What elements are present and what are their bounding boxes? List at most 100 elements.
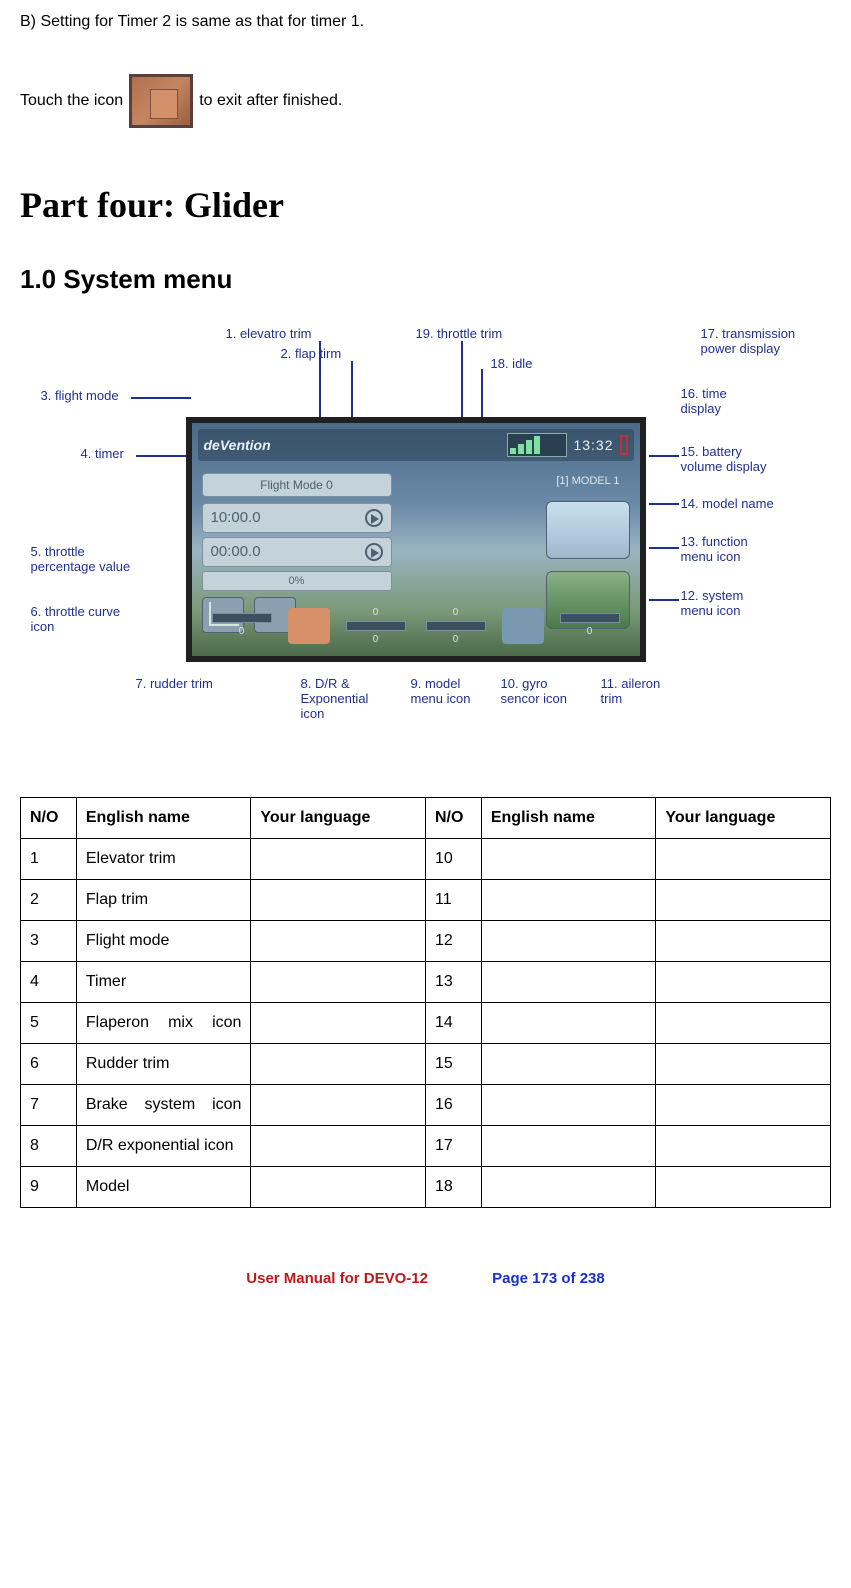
table-row: 8D/R exponential icon 17 (21, 1126, 831, 1167)
table-cell (481, 1085, 656, 1126)
callout-15: 15. battery volume display (681, 445, 767, 475)
table-cell: 4 (21, 962, 77, 1003)
table-cell: Rudder trim (76, 1044, 251, 1085)
play-icon (365, 509, 383, 527)
table-cell (481, 880, 656, 921)
header-lang-1: Your language (251, 798, 426, 839)
header-en-1: English name (76, 798, 251, 839)
touch-exit-line: Touch the icon to exit after finished. (20, 74, 831, 128)
table-cell (481, 1003, 656, 1044)
table-cell: 14 (425, 1003, 481, 1044)
header-lang-2: Your language (656, 798, 831, 839)
model-name: [1] MODEL 1 (430, 473, 620, 495)
table-cell (481, 962, 656, 1003)
table-row: 6Rudder trim 15 (21, 1044, 831, 1085)
timer-1: 10:00.0 (202, 503, 392, 533)
touch-text-after: to exit after finished. (199, 89, 342, 113)
table-cell: 17 (425, 1126, 481, 1167)
throttle-percent: 0% (202, 571, 392, 591)
table-cell: D/R exponential icon (76, 1126, 251, 1167)
callout-18: 18. idle (491, 357, 533, 372)
table-cell (251, 1126, 426, 1167)
header-no-2: N/O (425, 798, 481, 839)
callout-11: 11. aileron trim (601, 677, 661, 707)
callout-7: 7. rudder trim (136, 677, 213, 692)
table-cell (251, 839, 426, 880)
table-cell: 12 (425, 921, 481, 962)
battery-icon (620, 435, 628, 455)
callout-13: 13. function menu icon (681, 535, 748, 565)
function-menu-icon (546, 501, 630, 559)
callout-10: 10. gyro sencor icon (501, 677, 567, 707)
table-cell (656, 1167, 831, 1208)
signal-icon (507, 433, 567, 457)
table-cell (656, 1085, 831, 1126)
table-cell (251, 1085, 426, 1126)
callout-9: 9. model menu icon (411, 677, 471, 707)
table-cell: Elevator trim (76, 839, 251, 880)
flight-mode-display: Flight Mode 0 (202, 473, 392, 497)
footer-page: Page 173 of 238 (492, 1270, 605, 1287)
heading-section: 1.0 System menu (20, 260, 831, 299)
table-cell: 9 (21, 1167, 77, 1208)
table-cell: 7 (21, 1085, 77, 1126)
table-row: 9Model 18 (21, 1167, 831, 1208)
table-cell (251, 1044, 426, 1085)
table-cell: 13 (425, 962, 481, 1003)
table-cell (656, 839, 831, 880)
gyro-sensor-icon (502, 608, 544, 644)
brand-logo: deVention (204, 435, 271, 456)
table-row: 5Flaperon mix icon14 (21, 1003, 831, 1044)
table-cell: 15 (425, 1044, 481, 1085)
table-cell: 10 (425, 839, 481, 880)
table-cell (251, 962, 426, 1003)
table-cell (656, 921, 831, 962)
callout-3: 3. flight mode (41, 389, 119, 404)
table-cell (656, 1003, 831, 1044)
table-cell: Model (76, 1167, 251, 1208)
table-cell: 8 (21, 1126, 77, 1167)
table-cell (656, 1126, 831, 1167)
table-cell (656, 962, 831, 1003)
table-cell: 1 (21, 839, 77, 880)
table-cell (656, 880, 831, 921)
table-cell: Flight mode (76, 921, 251, 962)
table-cell (481, 1126, 656, 1167)
table-cell: Timer (76, 962, 251, 1003)
table-cell (251, 1003, 426, 1044)
callout-16: 16. time display (681, 387, 727, 417)
clock-display: 13:32 (573, 435, 613, 456)
exit-icon (129, 74, 193, 128)
callout-2: 2. flap tirm (281, 347, 342, 362)
table-cell: 16 (425, 1085, 481, 1126)
table-cell (656, 1044, 831, 1085)
callout-14: 14. model name (681, 497, 774, 512)
table-cell (481, 1044, 656, 1085)
table-cell: 11 (425, 880, 481, 921)
table-cell (481, 1167, 656, 1208)
table-cell: Brake system icon (76, 1085, 251, 1126)
table-cell (481, 921, 656, 962)
intro-line-1: B) Setting for Timer 2 is same as that f… (20, 10, 831, 34)
table-cell: 18 (425, 1167, 481, 1208)
name-table: N/O English name Your language N/O Engli… (20, 797, 831, 1208)
table-row: 2Flap trim11 (21, 880, 831, 921)
table-row: 3Flight mode12 (21, 921, 831, 962)
table-cell: 5 (21, 1003, 77, 1044)
callout-1: 1. elevatro trim (226, 327, 312, 342)
trim-center-2: 00 (422, 605, 490, 647)
device-screen: deVention 13:32 Flight Mode 0 10:00.0 00… (186, 417, 646, 662)
table-cell: 6 (21, 1044, 77, 1085)
aileron-trim: 0 (556, 613, 624, 639)
play-icon (365, 543, 383, 561)
table-row: 1Elevator trim 10 (21, 839, 831, 880)
timer-2: 00:00.0 (202, 537, 392, 567)
callout-8: 8. D/R & Exponential icon (301, 677, 369, 722)
page-footer: User Manual for DEVO-12 Page 173 of 238 (20, 1268, 831, 1291)
table-cell (481, 839, 656, 880)
callout-17: 17. transmission power display (701, 327, 796, 357)
table-row: 4Timer 13 (21, 962, 831, 1003)
touch-text-before: Touch the icon (20, 89, 123, 113)
callout-6: 6. throttle curve icon (31, 605, 121, 635)
table-cell (251, 880, 426, 921)
